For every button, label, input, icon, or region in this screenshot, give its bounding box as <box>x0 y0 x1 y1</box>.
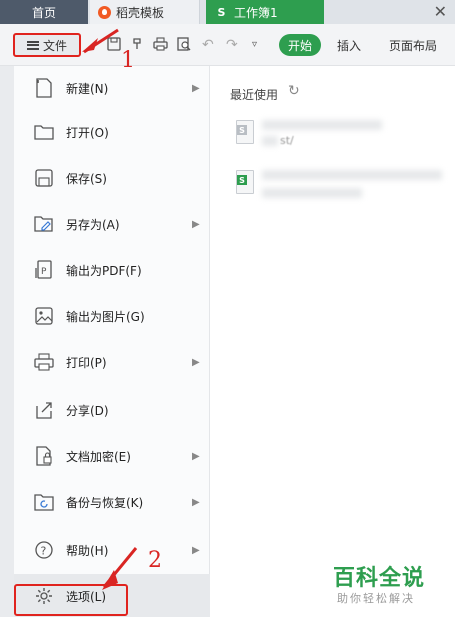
watermark-logo: 百科全说 <box>333 566 426 591</box>
annotation-layer <box>82 28 138 590</box>
annotation-step-2: 2 <box>148 548 162 573</box>
annotation-step-1: 1 <box>121 48 135 73</box>
annotation-arrowhead-1 <box>82 38 98 52</box>
watermark-subtitle: 助你轻松解决 <box>337 592 415 605</box>
